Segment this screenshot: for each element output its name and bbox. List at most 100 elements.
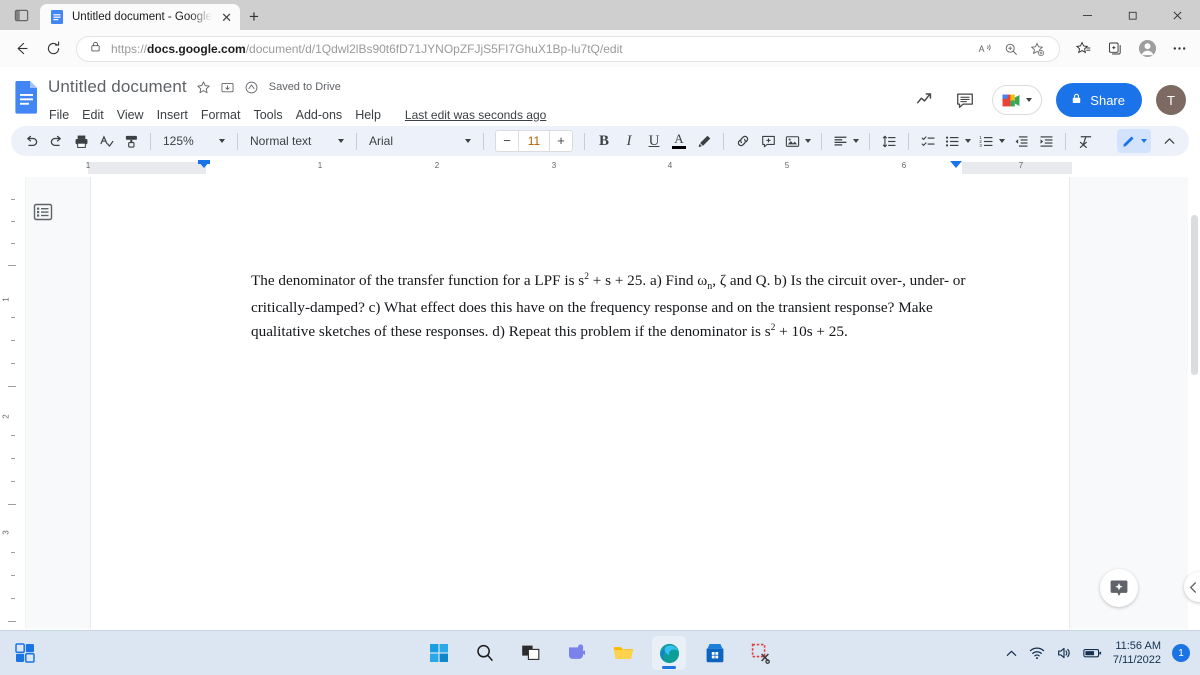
profile-icon[interactable]	[1132, 34, 1162, 64]
italic-button[interactable]: I	[617, 129, 641, 153]
paint-format-icon[interactable]	[119, 129, 143, 153]
right-indent-marker[interactable]	[950, 161, 962, 168]
increase-indent-icon[interactable]	[1034, 129, 1058, 153]
ruler-label: 4	[667, 161, 673, 170]
move-to-folder-icon[interactable]	[220, 80, 235, 95]
zoom-icon[interactable]	[999, 37, 1023, 61]
text-color-button[interactable]: A	[667, 129, 691, 153]
avatar[interactable]: T	[1156, 85, 1186, 115]
vertical-scrollbar[interactable]	[1188, 177, 1200, 629]
font-dropdown[interactable]: Arial	[364, 129, 476, 153]
back-icon[interactable]	[6, 34, 36, 64]
close-icon[interactable]	[1155, 0, 1200, 30]
menu-format[interactable]: Format	[201, 108, 241, 122]
svg-text:3: 3	[979, 143, 982, 148]
paragraph-style-dropdown[interactable]: Normal text	[245, 129, 349, 153]
share-button[interactable]: Share	[1056, 83, 1142, 117]
menu-add-ons[interactable]: Add-ons	[296, 108, 343, 122]
file-explorer-icon[interactable]	[606, 636, 640, 670]
first-line-indent-marker[interactable]	[198, 160, 210, 164]
edge-icon[interactable]	[652, 636, 686, 670]
horizontal-ruler[interactable]: 1 1 2 3 4 5 6 7	[0, 159, 1200, 177]
taskbar-clock[interactable]: 11:56 AM 7/11/2022	[1113, 639, 1161, 667]
google-docs-logo-icon[interactable]	[10, 73, 44, 117]
battery-icon[interactable]	[1083, 646, 1102, 660]
menu-help[interactable]: Help	[355, 108, 381, 122]
underline-button[interactable]: U	[642, 129, 666, 153]
menu-tools[interactable]: Tools	[253, 108, 282, 122]
print-icon[interactable]	[69, 129, 93, 153]
add-comment-icon[interactable]	[756, 129, 780, 153]
menu-file[interactable]: File	[49, 108, 69, 122]
read-aloud-icon[interactable]: A	[973, 37, 997, 61]
tab-close-icon[interactable]: ✕	[219, 11, 234, 24]
font-size-stepper[interactable]: − 11 +	[495, 130, 573, 152]
insert-image-dropdown[interactable]	[781, 129, 814, 153]
font-size-increase-button[interactable]: +	[550, 131, 572, 151]
decrease-indent-icon[interactable]	[1009, 129, 1033, 153]
ruler-label: 2	[434, 161, 440, 170]
page-scroll-region[interactable]: The denominator of the transfer function…	[26, 177, 1200, 629]
checklist-icon[interactable]	[916, 129, 940, 153]
start-icon[interactable]	[422, 636, 456, 670]
scrollbar-thumb[interactable]	[1191, 215, 1198, 375]
paragraph-style-value: Normal text	[250, 134, 312, 148]
activity-dashboard-icon[interactable]	[912, 87, 938, 113]
search-icon[interactable]	[468, 636, 502, 670]
clear-formatting-icon[interactable]	[1073, 129, 1097, 153]
bold-button[interactable]: B	[592, 129, 616, 153]
body-part-4: + 10s + 25.	[775, 323, 848, 341]
redo-icon[interactable]	[44, 129, 68, 153]
highlight-color-icon[interactable]	[692, 129, 716, 153]
docs-header-actions: Share T	[912, 73, 1186, 117]
volume-icon[interactable]	[1056, 645, 1072, 661]
vertical-ruler[interactable]: 1 2 3	[0, 177, 26, 629]
collections-icon[interactable]	[1100, 34, 1130, 64]
line-spacing-icon[interactable]	[877, 129, 901, 153]
minimize-icon[interactable]	[1065, 0, 1110, 30]
widgets-button[interactable]	[14, 642, 36, 664]
hide-menus-icon[interactable]	[1157, 129, 1181, 153]
explore-button[interactable]	[1100, 569, 1138, 607]
ruler-tick	[11, 598, 15, 599]
star-icon[interactable]	[196, 80, 211, 95]
task-view-icon[interactable]	[514, 636, 548, 670]
last-edit-link[interactable]: Last edit was seconds ago	[405, 108, 546, 122]
insert-link-icon[interactable]	[731, 129, 755, 153]
collapse-chevron-icon[interactable]	[1184, 572, 1200, 602]
maximize-icon[interactable]	[1110, 0, 1155, 30]
show-hidden-icons-chevron[interactable]	[1005, 647, 1018, 660]
google-meet-button[interactable]	[992, 85, 1043, 115]
undo-icon[interactable]	[19, 129, 43, 153]
notification-badge[interactable]: 1	[1172, 644, 1190, 662]
bulleted-list-icon	[945, 135, 959, 147]
microsoft-store-icon[interactable]	[698, 636, 732, 670]
menu-view[interactable]: View	[117, 108, 144, 122]
menu-insert[interactable]: Insert	[157, 108, 188, 122]
add-favorite-icon[interactable]	[1025, 37, 1049, 61]
spellcheck-icon[interactable]	[94, 129, 118, 153]
browser-tab[interactable]: Untitled document - Google Doc ✕	[40, 4, 240, 30]
font-size-value[interactable]: 11	[518, 131, 550, 151]
teams-icon[interactable]	[560, 636, 594, 670]
tab-actions-icon[interactable]	[2, 0, 40, 30]
bulleted-list-dropdown[interactable]	[941, 129, 974, 153]
menu-edit[interactable]: Edit	[82, 108, 104, 122]
zoom-dropdown[interactable]: 125%	[158, 129, 230, 153]
new-tab-button[interactable]: +	[240, 4, 268, 30]
editing-mode-button[interactable]	[1117, 129, 1151, 153]
numbered-list-dropdown[interactable]: 123	[975, 129, 1008, 153]
wifi-icon[interactable]	[1029, 645, 1045, 661]
document-body-text[interactable]: The denominator of the transfer function…	[251, 267, 976, 343]
settings-more-icon[interactable]	[1164, 34, 1194, 64]
comment-history-icon[interactable]	[952, 87, 978, 113]
snipping-tool-icon[interactable]	[744, 636, 778, 670]
font-size-decrease-button[interactable]: −	[496, 131, 518, 151]
favorites-icon[interactable]	[1068, 34, 1098, 64]
align-dropdown[interactable]	[829, 129, 862, 153]
ruler-tick	[11, 435, 15, 436]
document-page[interactable]: The denominator of the transfer function…	[90, 177, 1070, 629]
document-title[interactable]: Untitled document	[48, 77, 187, 97]
refresh-icon[interactable]	[38, 34, 68, 64]
address-bar[interactable]: https://docs.google.com/document/d/1Qdwl…	[76, 35, 1060, 62]
